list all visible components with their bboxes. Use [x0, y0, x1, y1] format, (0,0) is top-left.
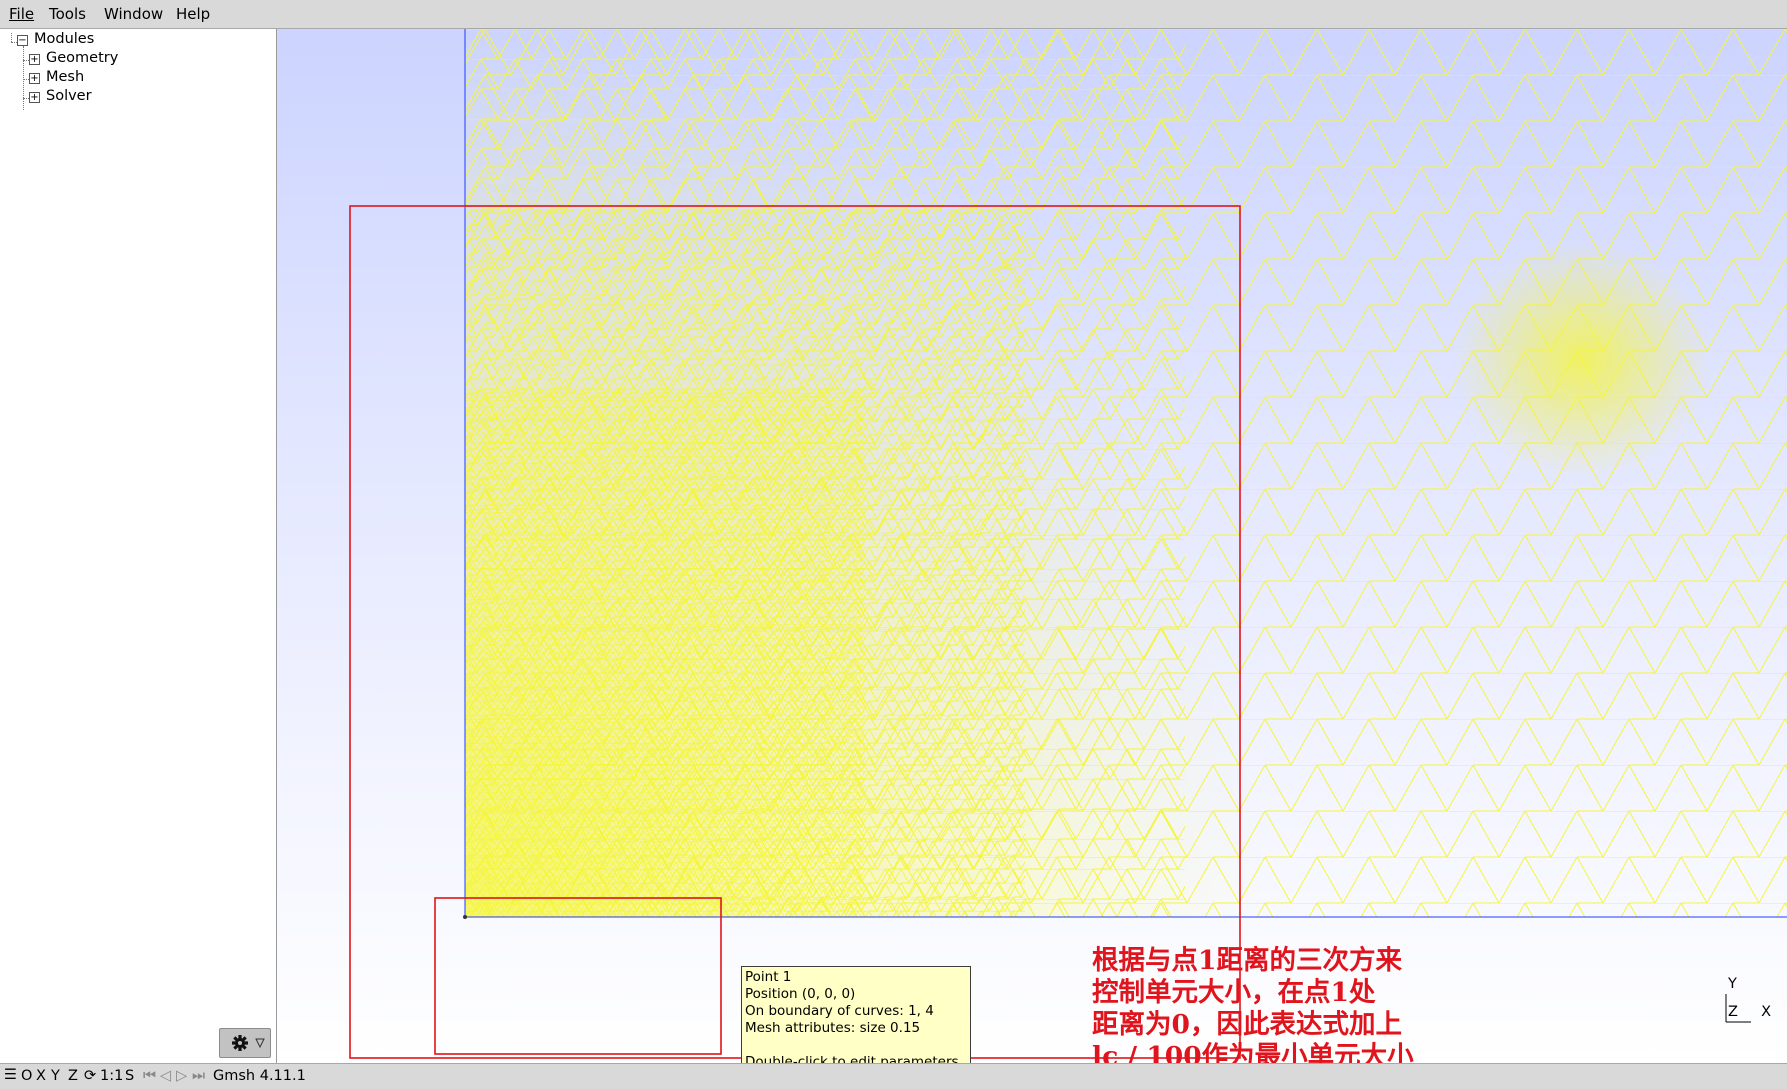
menu-tools-label: Tools — [49, 5, 86, 23]
gear-icon — [232, 1035, 265, 1051]
axis-zx-labels: Z X — [1728, 1004, 1771, 1020]
next-step-icon[interactable]: ⏭ — [192, 1068, 205, 1084]
tooltip-hint: Double-click to edit parameters — [745, 1054, 959, 1063]
expand-icon[interactable]: + — [29, 73, 40, 84]
play-icon[interactable]: ▷ — [176, 1068, 187, 1084]
settings-button[interactable] — [219, 1028, 271, 1058]
tooltip-spacer — [745, 1037, 967, 1054]
menu-file-label: File — [9, 5, 35, 23]
tooltip-mesh-attributes: Mesh attributes: size 0.15 — [745, 1020, 921, 1036]
annotation-line: lc / 100作为最小单元大小 — [1092, 1041, 1414, 1063]
annotation-line: 控制单元大小，在点1处 — [1092, 977, 1376, 1008]
axis-z-label: Z — [1728, 1004, 1738, 1020]
point-1-marker[interactable] — [463, 915, 467, 919]
tooltip-title: Point 1 — [745, 969, 792, 985]
status-bar: ☰ O X Y Z ⟳ 1:1 S ⏮ ◁ ▷ ⏭ Gmsh 4.11.1 — [0, 1063, 1787, 1089]
expand-icon[interactable]: + — [29, 54, 40, 65]
axis-x-label: X — [1761, 1004, 1772, 1020]
tree-item-solver[interactable]: Solver — [46, 88, 92, 106]
view-o-button[interactable]: O — [21, 1068, 32, 1084]
first-step-icon[interactable]: ⏮ — [143, 1068, 156, 1084]
module-tree-panel: − Modules + Geometry + Mesh + Solver — [0, 29, 277, 1063]
graphics-viewport[interactable]: Point 1 Position (0, 0, 0) On boundary o… — [277, 29, 1787, 1063]
view-z-button[interactable]: Z — [68, 1068, 78, 1084]
menu-tools[interactable]: Tools — [49, 5, 86, 23]
annotation-line: 根据与点1距离的三次方来 — [1092, 945, 1402, 976]
tree-item-geometry[interactable]: Geometry — [46, 50, 118, 68]
view-y-button[interactable]: Y — [51, 1068, 60, 1084]
menu-window-label: Window — [104, 5, 164, 23]
select-s-button[interactable]: S — [125, 1068, 134, 1084]
point-info-tooltip: Point 1 Position (0, 0, 0) On boundary o… — [741, 966, 971, 1063]
rotate-icon[interactable]: ⟳ — [84, 1068, 96, 1084]
tooltip-boundary: On boundary of curves: 1, 4 — [745, 1003, 934, 1019]
expand-icon[interactable]: + — [29, 92, 40, 103]
version-label: Gmsh 4.11.1 — [213, 1068, 306, 1084]
mesh-canvas[interactable] — [277, 29, 1787, 1063]
axis-y-label: Y — [1728, 976, 1737, 992]
mesh-triangulation — [465, 29, 1787, 917]
annotation-text: 根据与点1距离的三次方来 控制单元大小，在点1处 距离为0，因此表达式加上 lc… — [1092, 945, 1414, 1063]
tree-connector — [23, 46, 24, 110]
tree-root-modules[interactable]: Modules — [34, 31, 94, 49]
hamburger-icon[interactable]: ☰ — [4, 1067, 17, 1083]
tree-connector — [11, 33, 12, 42]
menu-help[interactable]: Help — [176, 5, 210, 23]
tree-item-mesh[interactable]: Mesh — [46, 69, 84, 87]
annotation-line: 距离为0，因此表达式加上 — [1092, 1009, 1402, 1040]
menu-file[interactable]: File — [9, 5, 34, 23]
menu-window[interactable]: Window — [104, 5, 163, 23]
view-x-button[interactable]: X — [36, 1068, 46, 1084]
dropdown-arrow-icon — [255, 1038, 265, 1049]
menu-help-label: Help — [176, 5, 211, 23]
scale-button[interactable]: 1:1 — [100, 1068, 123, 1084]
menubar: File Tools Window Help — [0, 0, 1787, 29]
highlight-box-point — [434, 897, 722, 1055]
previous-step-icon[interactable]: ◁ — [160, 1068, 171, 1084]
tooltip-position: Position (0, 0, 0) — [745, 986, 856, 1002]
collapse-icon[interactable]: − — [17, 35, 28, 46]
